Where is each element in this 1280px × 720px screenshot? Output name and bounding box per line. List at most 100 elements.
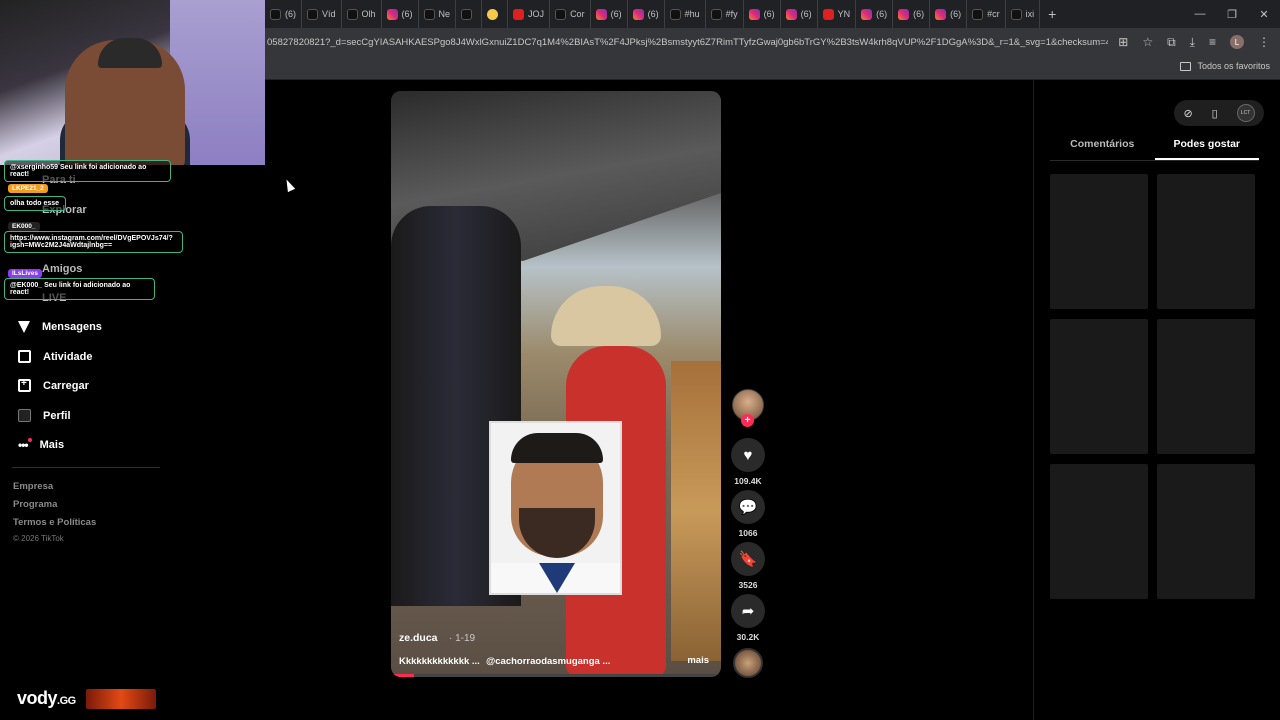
tiktok-icon [270,8,281,20]
nav-upload[interactable]: Carregar [18,378,89,392]
browser-tab[interactable]: #fy [706,0,744,28]
suggested-video-placeholder[interactable] [1157,464,1255,599]
bookmark-star-icon[interactable]: ☆ [1142,35,1153,49]
browser-tab-label: Ne [438,9,451,19]
follow-plus-icon[interactable]: + [741,414,754,427]
browser-tab[interactable]: Cor [550,0,591,28]
profile-avatar[interactable]: L [1230,35,1244,49]
browser-tab[interactable]: (6) [781,0,818,28]
photo-hair [511,433,603,463]
minimize-icon[interactable]: — [1184,0,1216,28]
chat-user-badge: ILsLives [8,269,43,278]
folder-icon [1180,61,1192,71]
save-button[interactable]: 🔖 [731,542,765,576]
footer-company-link[interactable]: Empresa [13,481,53,492]
youtube-icon [822,8,834,20]
browser-tab-label: #fy [725,9,738,19]
suggested-video-placeholder[interactable] [1050,319,1148,454]
browser-tab-label: #hu [684,9,700,19]
video-date: · 1-19 [449,633,476,644]
browser-tab[interactable]: Olh [342,0,382,28]
browser-tab-label: ixi [1025,9,1035,19]
right-panel: ⊘ ▯ LCT Comentários Podes gostar [1033,80,1280,720]
nav-profile[interactable]: Perfil [18,409,71,422]
like-button[interactable]: ♥ [731,438,765,472]
browser-tab[interactable]: (6) [744,0,781,28]
install-icon[interactable]: ⊞ [1118,35,1128,49]
new-tab-button[interactable]: + [1048,6,1056,22]
browser-tab[interactable]: #hu [665,0,706,28]
tiktok-icon [423,8,435,20]
browser-tab[interactable]: Víd [302,0,342,28]
browser-tab[interactable]: (6) [893,0,931,28]
browser-tab-strip: (6) Víd Olh (6) Ne JOJ Cor (6) (6) #hu #fy (6) (6) YN… [265,0,1280,28]
video-progress-bar[interactable] [391,674,721,677]
browser-tab[interactable]: (6) [856,0,894,28]
browser-tab-label: #cr [987,9,1000,19]
suggested-video-placeholder[interactable] [1050,464,1148,599]
video-more-button[interactable]: mais [687,655,709,666]
vody-brand-banner: vody.GG [3,681,175,716]
browser-tab[interactable]: (6) [382,0,419,28]
browser-tab-label: Víd [322,9,336,19]
browser-tab[interactable]: ixi [1006,0,1041,28]
tiktok-icon [307,8,318,20]
window-controls: — ❐ ✕ [1184,0,1280,28]
url-field[interactable]: 05827820821?_d=secCgYIASAHKAESPgo8J4WxlG… [265,37,1108,48]
browser-tab[interactable]: (6) [930,0,968,28]
extensions-icon[interactable]: ⧉ [1167,35,1176,50]
phone-icon[interactable]: ▯ [1212,107,1218,120]
browser-tab-label: (6) [950,9,962,19]
comment-button[interactable]: 💬 [731,490,765,524]
close-icon[interactable]: ✕ [1248,0,1280,28]
suggested-video-placeholder[interactable] [1157,174,1255,309]
video-caption: Kkkkkkkkkkkkk ... [399,656,480,667]
footer-terms-link[interactable]: Termos e Políticas [13,517,96,528]
browser-tab[interactable] [456,0,483,28]
browser-tab-label: (6) [913,9,925,19]
nav-more[interactable]: ••• Mais [18,438,64,452]
browser-tab[interactable]: Ne [419,0,457,28]
browser-tab[interactable] [482,0,509,28]
save-count: 3526 [738,580,758,590]
nav-friends[interactable]: Amigos [42,263,82,275]
tab-comments[interactable]: Comentários [1050,136,1155,160]
browser-tab-label: (6) [647,9,659,19]
browser-tab-label: YN [837,9,851,19]
tiktok-icon [555,8,567,20]
tiktok-icon [461,8,473,20]
all-bookmarks-folder[interactable]: Todos os favoritos [1180,61,1270,71]
browser-tab[interactable]: JOJ [508,0,551,28]
browser-tab[interactable]: (6) [628,0,665,28]
media-controls-icon[interactable]: ≡ [1209,35,1216,49]
browser-tab[interactable]: (6) [591,0,628,28]
video-player[interactable]: ze.duca · 1-19 Kkkkkkkkkkkkk ... @cachor… [391,91,721,677]
tabs-divider [1050,160,1259,161]
tiktok-icon [1010,8,1022,20]
browser-tab-label: Cor [570,9,585,19]
share-button[interactable]: ➦ [731,594,765,628]
instagram-icon [595,8,607,20]
video-author[interactable]: ze.duca [399,632,438,644]
nav-messages[interactable]: Mensagens [18,321,102,333]
chat-user-badge: LKPE21_2 [8,184,48,193]
account-avatar[interactable]: LCT [1236,104,1255,122]
instagram-icon [785,8,797,20]
download-icon[interactable]: ⤓ [1190,35,1195,50]
menu-kebab-icon[interactable]: ⋮ [1258,35,1270,49]
suggested-video-placeholder[interactable] [1050,174,1148,309]
suggested-video-placeholder[interactable] [1157,319,1255,454]
chat-message: @xsergi­nho59 Seu link foi adicionado ao… [4,160,171,182]
music-disc-icon[interactable] [733,648,763,678]
browser-tab[interactable]: (6) [265,0,302,28]
video-mention[interactable]: @cachorraodasmuganga ... [486,656,610,667]
footer-program-link[interactable]: Programa [13,499,57,510]
view-mode-pill: ⊘ ▯ LCT [1174,100,1264,126]
nav-activity[interactable]: Atividade [18,350,93,363]
browser-tab[interactable]: #cr [967,0,1006,28]
compass-icon[interactable]: ⊘ [1183,107,1192,120]
tab-suggested[interactable]: Podes gostar [1154,136,1259,160]
browser-tab[interactable]: YN [818,0,857,28]
restore-icon[interactable]: ❐ [1216,0,1248,28]
share-count: 30.2K [736,632,760,642]
